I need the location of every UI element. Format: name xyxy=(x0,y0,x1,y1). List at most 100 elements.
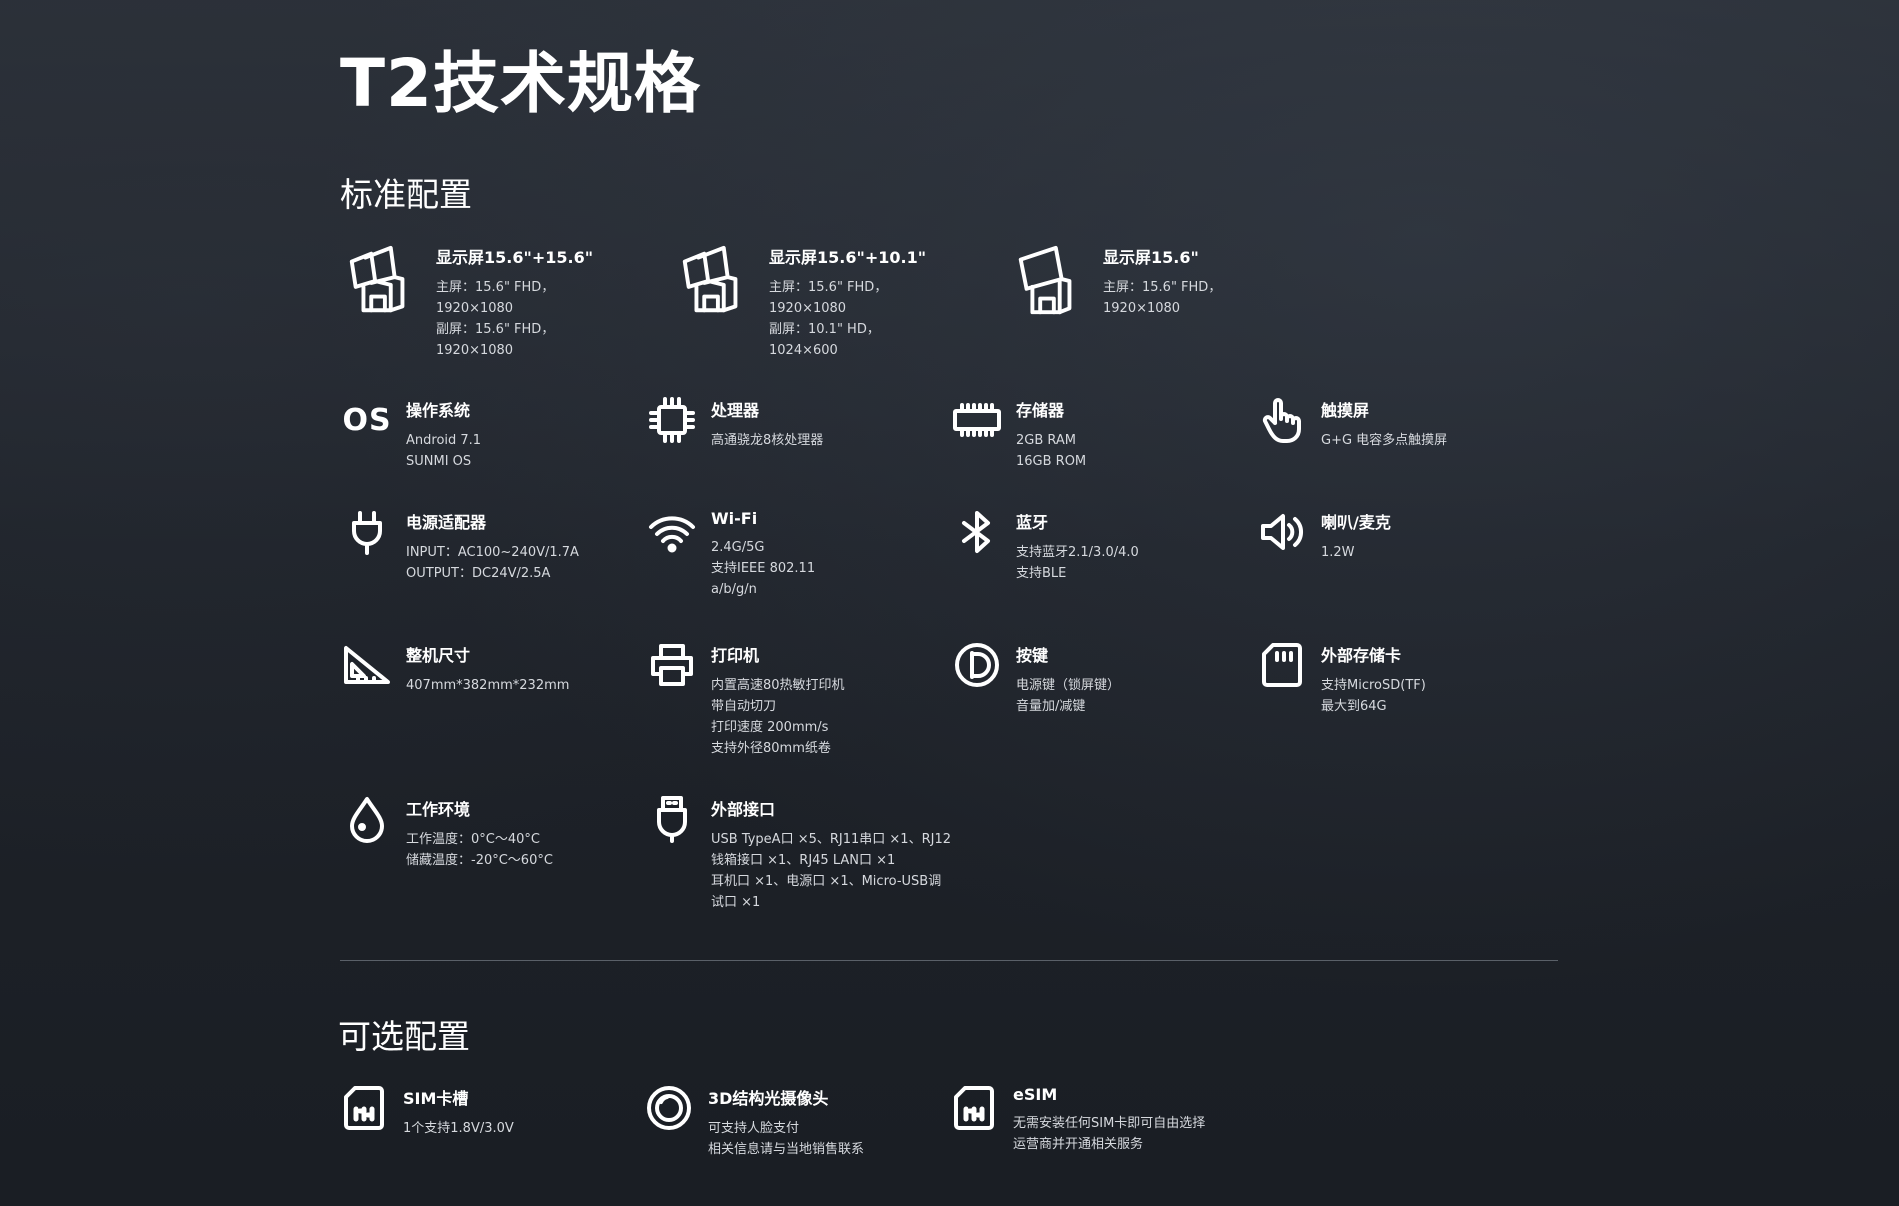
spec-memory: 存储器 2GB RAM 16GB ROM xyxy=(950,393,1086,472)
spec-line: 1个支持1.8V/3.0V xyxy=(403,1121,514,1136)
spec-name: 显示屏15.6" xyxy=(1103,248,1199,267)
spec-line: G+G 电容多点触摸屏 xyxy=(1321,433,1448,448)
spec-line: 1.2W xyxy=(1321,545,1355,560)
spec-line: 主屏：15.6" FHD， xyxy=(436,280,555,295)
spec-line: 2GB RAM xyxy=(1016,433,1077,448)
spec-buttons: 按键 电源键（锁屏键） 音量加/减键 xyxy=(950,638,1120,717)
spec-name: Wi-Fi xyxy=(711,509,758,528)
spec-line: 副屏：15.6" FHD， xyxy=(436,322,555,337)
spec-line: 相关信息请与当地销售联系 xyxy=(708,1142,865,1157)
bluetooth-icon xyxy=(950,505,1004,559)
spec-page: T2技术规格 标准配置 显示屏15.6"+15.6" 主屏：15.6" FHD，… xyxy=(337,0,1560,1206)
spec-line: 1920×1080 xyxy=(1103,301,1181,316)
spec-name: 操作系统 xyxy=(406,401,471,420)
spec-name: eSIM xyxy=(1013,1085,1058,1104)
power-button-icon xyxy=(950,638,1004,692)
speaker-icon xyxy=(1255,505,1309,559)
spec-name: 打印机 xyxy=(711,646,760,665)
spec-name: 显示屏15.6"+15.6" xyxy=(436,248,594,267)
spec-power-adapter: 电源适配器 INPUT：AC100~240V/1.7A OUTPUT：DC24V… xyxy=(340,505,579,584)
standard-config-title: 标准配置 xyxy=(340,175,472,214)
spec-line: 高通骁龙8核处理器 xyxy=(711,433,824,448)
optional-config-title: 可选配置 xyxy=(338,1017,470,1056)
spec-environment: 工作环境 工作温度：0°C～40°C 储藏温度：-20°C～60°C xyxy=(340,792,553,871)
spec-line: Android 7.1 xyxy=(406,433,482,448)
spec-line: 2.4G/5G xyxy=(711,540,765,555)
sd-card-icon xyxy=(1255,638,1309,692)
spec-line: 运营商并开通相关服务 xyxy=(1013,1137,1144,1152)
spec-display-1: 显示屏15.6"+15.6" 主屏：15.6" FHD， 1920×1080 副… xyxy=(340,240,593,361)
esim-icon xyxy=(947,1081,1001,1135)
spec-line: 407mm*382mm*232mm xyxy=(406,678,570,693)
spec-touchscreen: 触摸屏 G+G 电容多点触摸屏 xyxy=(1255,393,1447,451)
water-drop-icon xyxy=(340,792,394,846)
spec-name: 显示屏15.6"+10.1" xyxy=(769,248,927,267)
spec-name: 处理器 xyxy=(711,401,760,420)
spec-line: 16GB ROM xyxy=(1016,454,1087,469)
spec-display-3: 显示屏15.6" 主屏：15.6" FHD， 1920×1080 xyxy=(1007,240,1221,322)
spec-ports: 外部接口 USB TypeA口 ×5、RJ11串口 ×1、RJ12 钱箱接口 ×… xyxy=(645,792,951,913)
spec-display-2: 显示屏15.6"+10.1" 主屏：15.6" FHD， 1920×1080 副… xyxy=(673,240,926,361)
printer-icon xyxy=(645,638,699,692)
touch-hand-icon xyxy=(1255,393,1309,447)
spec-line: 可支持人脸支付 xyxy=(708,1121,800,1136)
spec-line: SUNMI OS xyxy=(406,454,472,469)
spec-os: OS 操作系统 Android 7.1 SUNMI OS xyxy=(340,393,481,472)
spec-line: 试口 ×1 xyxy=(711,895,761,910)
wifi-icon xyxy=(645,505,699,559)
power-plug-icon xyxy=(340,505,394,559)
processor-chip-icon xyxy=(645,393,699,447)
spec-line: USB TypeA口 ×5、RJ11串口 ×1、RJ12 xyxy=(711,832,951,847)
camera-lens-icon xyxy=(642,1081,696,1135)
spec-line: OUTPUT：DC24V/2.5A xyxy=(406,566,551,581)
page-title: T2技术规格 xyxy=(340,45,701,122)
spec-name: 电源适配器 xyxy=(406,513,487,532)
os-icon: OS xyxy=(342,402,392,438)
spec-line: 打印速度 200mm/s xyxy=(711,720,829,735)
spec-name: 整机尺寸 xyxy=(406,646,471,665)
spec-dimensions: 整机尺寸 407mm*382mm*232mm xyxy=(340,638,569,696)
spec-line: 支持外径80mm纸卷 xyxy=(711,741,831,756)
spec-line: 支持MicroSD(TF) xyxy=(1321,678,1426,693)
spec-line: 1920×1080 xyxy=(436,301,514,316)
spec-sim-slot: SIM卡槽 1个支持1.8V/3.0V xyxy=(337,1081,514,1139)
spec-line: 副屏：10.1" HD， xyxy=(769,322,880,337)
spec-name: SIM卡槽 xyxy=(403,1089,469,1108)
spec-3d-camera: 3D结构光摄像头 可支持人脸支付 相关信息请与当地销售联系 xyxy=(642,1081,864,1160)
spec-bluetooth: 蓝牙 支持蓝牙2.1/3.0/4.0 支持BLE xyxy=(950,505,1139,584)
spec-line: 内置高速80热敏打印机 xyxy=(711,678,845,693)
spec-name: 存储器 xyxy=(1016,401,1065,420)
sim-card-icon xyxy=(337,1081,391,1135)
spec-name: 按键 xyxy=(1016,646,1049,665)
spec-line: 1920×1080 xyxy=(769,301,847,316)
spec-line: 1920×1080 xyxy=(436,343,514,358)
spec-line: 工作温度：0°C～40°C xyxy=(406,832,540,847)
spec-wifi: Wi-Fi 2.4G/5G 支持IEEE 802.11 a/b/g/n xyxy=(645,505,815,600)
spec-name: 外部存储卡 xyxy=(1321,646,1402,665)
spec-line: 音量加/减键 xyxy=(1016,699,1086,714)
spec-name: 3D结构光摄像头 xyxy=(708,1089,829,1108)
spec-name: 蓝牙 xyxy=(1016,513,1049,532)
spec-line: 电源键（锁屏键） xyxy=(1016,678,1121,693)
spec-line: 主屏：15.6" FHD， xyxy=(769,280,888,295)
spec-line: 1024×600 xyxy=(769,343,838,358)
spec-speaker: 喇叭/麦克 1.2W xyxy=(1255,505,1391,563)
spec-line: 支持BLE xyxy=(1016,566,1067,581)
spec-line: 支持蓝牙2.1/3.0/4.0 xyxy=(1016,545,1139,560)
single-screen-pos-icon xyxy=(1007,240,1089,322)
memory-module-icon xyxy=(950,393,1004,447)
spec-line: INPUT：AC100~240V/1.7A xyxy=(406,545,579,560)
spec-line: 无需安装任何SIM卡即可自由选择 xyxy=(1013,1116,1206,1131)
dual-screen-pos-icon xyxy=(673,240,755,322)
spec-line: 最大到64G xyxy=(1321,699,1387,714)
spec-line: 储藏温度：-20°C～60°C xyxy=(406,853,553,868)
ruler-triangle-icon xyxy=(340,638,394,692)
spec-line: a/b/g/n xyxy=(711,582,757,597)
spec-name: 工作环境 xyxy=(406,800,471,819)
spec-esim: eSIM 无需安装任何SIM卡即可自由选择 运营商并开通相关服务 xyxy=(947,1081,1205,1155)
spec-line: 支持IEEE 802.11 xyxy=(711,561,816,576)
section-divider xyxy=(340,960,1558,961)
spec-printer: 打印机 内置高速80热敏打印机 带自动切刀 打印速度 200mm/s 支持外径8… xyxy=(645,638,845,759)
spec-name: 喇叭/麦克 xyxy=(1321,513,1391,532)
spec-name: 外部接口 xyxy=(711,800,776,819)
